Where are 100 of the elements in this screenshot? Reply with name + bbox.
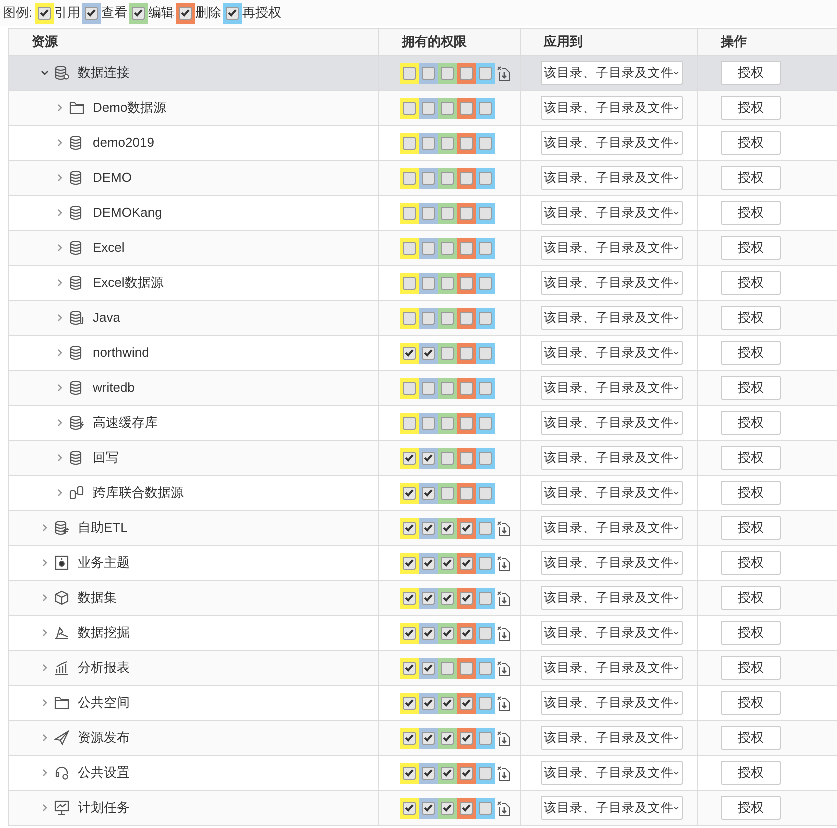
permission-checkbox[interactable] xyxy=(460,102,473,114)
reset-download-icon[interactable] xyxy=(497,800,511,816)
permission-checkbox[interactable] xyxy=(422,802,435,814)
permission-checkbox[interactable] xyxy=(422,486,435,500)
permission-checkbox[interactable] xyxy=(441,416,454,430)
authorize-button[interactable]: 授权 xyxy=(721,481,781,505)
table-row[interactable]: 资源发布 该目录、子目录及文件 授权 xyxy=(9,721,837,756)
permission-checkbox[interactable] xyxy=(460,172,473,184)
permission-checkbox[interactable] xyxy=(479,416,492,430)
table-row[interactable]: 跨库联合数据源 该目录、子目录及文件 授权 xyxy=(9,476,837,511)
authorize-button[interactable]: 授权 xyxy=(721,201,781,225)
permission-checkbox[interactable] xyxy=(441,626,454,640)
authorize-button[interactable]: 授权 xyxy=(721,516,781,540)
permission-checkbox[interactable] xyxy=(403,662,416,674)
permission-checkbox[interactable] xyxy=(441,766,454,780)
legend-checkbox[interactable] xyxy=(132,6,145,20)
apply-to-select[interactable]: 该目录、子目录及文件 xyxy=(541,726,683,750)
authorize-button[interactable]: 授权 xyxy=(721,656,781,680)
permission-checkbox[interactable] xyxy=(422,172,435,184)
authorize-button[interactable]: 授权 xyxy=(721,236,781,260)
permission-checkbox[interactable] xyxy=(403,136,416,150)
permission-checkbox[interactable] xyxy=(422,136,435,150)
apply-to-select[interactable]: 该目录、子目录及文件 xyxy=(541,411,683,435)
apply-to-select[interactable]: 该目录、子目录及文件 xyxy=(541,761,683,785)
permission-checkbox[interactable] xyxy=(479,172,492,184)
permission-checkbox[interactable] xyxy=(422,522,435,534)
authorize-button[interactable]: 授权 xyxy=(721,796,781,820)
reset-download-icon[interactable] xyxy=(497,660,511,676)
permission-checkbox[interactable] xyxy=(460,802,473,814)
authorize-button[interactable]: 授权 xyxy=(721,131,781,155)
permission-checkbox[interactable] xyxy=(479,206,492,220)
permission-checkbox[interactable] xyxy=(422,102,435,114)
apply-to-select[interactable]: 该目录、子目录及文件 xyxy=(541,166,683,190)
authorize-button[interactable]: 授权 xyxy=(721,271,781,295)
permission-checkbox[interactable] xyxy=(403,382,416,394)
authorize-button[interactable]: 授权 xyxy=(721,446,781,470)
reset-download-icon[interactable] xyxy=(497,625,511,641)
apply-to-select[interactable]: 该目录、子目录及文件 xyxy=(541,376,683,400)
apply-to-select[interactable]: 该目录、子目录及文件 xyxy=(541,691,683,715)
permission-checkbox[interactable] xyxy=(479,556,492,570)
authorize-button[interactable]: 授权 xyxy=(721,691,781,715)
table-row[interactable]: 数据集 该目录、子目录及文件 授权 xyxy=(9,581,837,616)
reset-download-icon[interactable] xyxy=(497,520,511,536)
permission-checkbox[interactable] xyxy=(403,556,416,570)
authorize-button[interactable]: 授权 xyxy=(721,376,781,400)
permission-checkbox[interactable] xyxy=(403,276,416,290)
reset-download-icon[interactable] xyxy=(497,765,511,781)
permission-checkbox[interactable] xyxy=(479,242,492,254)
table-row[interactable]: writedb 该目录、子目录及文件 授权 xyxy=(9,371,837,406)
permission-checkbox[interactable] xyxy=(422,556,435,570)
apply-to-select[interactable]: 该目录、子目录及文件 xyxy=(541,131,683,155)
permission-checkbox[interactable] xyxy=(460,626,473,640)
permission-checkbox[interactable] xyxy=(403,696,416,710)
apply-to-select[interactable]: 该目录、子目录及文件 xyxy=(541,516,683,540)
table-row[interactable]: 数据挖掘 该目录、子目录及文件 授权 xyxy=(9,616,837,651)
permission-checkbox[interactable] xyxy=(403,486,416,500)
apply-to-select[interactable]: 该目录、子目录及文件 xyxy=(541,551,683,575)
reset-download-icon[interactable] xyxy=(497,590,511,606)
authorize-button[interactable]: 授权 xyxy=(721,96,781,120)
table-row[interactable]: 高速缓存库 该目录、子目录及文件 授权 xyxy=(9,406,837,441)
permission-checkbox[interactable] xyxy=(479,346,492,360)
table-row[interactable]: Java 该目录、子目录及文件 授权 xyxy=(9,301,837,336)
permission-checkbox[interactable] xyxy=(460,486,473,500)
table-row[interactable]: Excel数据源 该目录、子目录及文件 授权 xyxy=(9,266,837,301)
table-row[interactable]: DEMO 该目录、子目录及文件 授权 xyxy=(9,161,837,196)
permission-checkbox[interactable] xyxy=(441,66,454,80)
permission-checkbox[interactable] xyxy=(403,522,416,534)
authorize-button[interactable]: 授权 xyxy=(721,761,781,785)
authorize-button[interactable]: 授权 xyxy=(721,411,781,435)
authorize-button[interactable]: 授权 xyxy=(721,166,781,190)
apply-to-select[interactable]: 该目录、子目录及文件 xyxy=(541,201,683,225)
table-row[interactable]: 分析报表 该目录、子目录及文件 授权 xyxy=(9,651,837,686)
table-row[interactable]: DEMOKang 该目录、子目录及文件 授权 xyxy=(9,196,837,231)
permission-checkbox[interactable] xyxy=(479,522,492,534)
permission-checkbox[interactable] xyxy=(403,802,416,814)
apply-to-select[interactable]: 该目录、子目录及文件 xyxy=(541,306,683,330)
permission-checkbox[interactable] xyxy=(441,662,454,674)
permission-checkbox[interactable] xyxy=(422,346,435,360)
table-row[interactable]: 公共空间 该目录、子目录及文件 授权 xyxy=(9,686,837,721)
table-row[interactable]: 自助ETL 该目录、子目录及文件 授权 xyxy=(9,511,837,546)
permission-checkbox[interactable] xyxy=(441,206,454,220)
permission-checkbox[interactable] xyxy=(403,416,416,430)
permission-checkbox[interactable] xyxy=(460,766,473,780)
table-row[interactable]: 公共设置 该目录、子目录及文件 授权 xyxy=(9,756,837,791)
apply-to-select[interactable]: 该目录、子目录及文件 xyxy=(541,586,683,610)
permission-checkbox[interactable] xyxy=(479,696,492,710)
permission-checkbox[interactable] xyxy=(460,662,473,674)
table-row[interactable]: Excel 该目录、子目录及文件 授权 xyxy=(9,231,837,266)
permission-checkbox[interactable] xyxy=(441,312,454,324)
legend-checkbox[interactable] xyxy=(226,6,239,20)
authorize-button[interactable]: 授权 xyxy=(721,586,781,610)
permission-checkbox[interactable] xyxy=(403,172,416,184)
permission-checkbox[interactable] xyxy=(403,102,416,114)
reset-download-icon[interactable] xyxy=(497,695,511,711)
permission-checkbox[interactable] xyxy=(460,206,473,220)
apply-to-select[interactable]: 该目录、子目录及文件 xyxy=(541,656,683,680)
permission-checkbox[interactable] xyxy=(460,66,473,80)
permission-checkbox[interactable] xyxy=(460,732,473,744)
table-row[interactable]: 计划任务 该目录、子目录及文件 授权 xyxy=(9,791,837,826)
permission-checkbox[interactable] xyxy=(479,102,492,114)
